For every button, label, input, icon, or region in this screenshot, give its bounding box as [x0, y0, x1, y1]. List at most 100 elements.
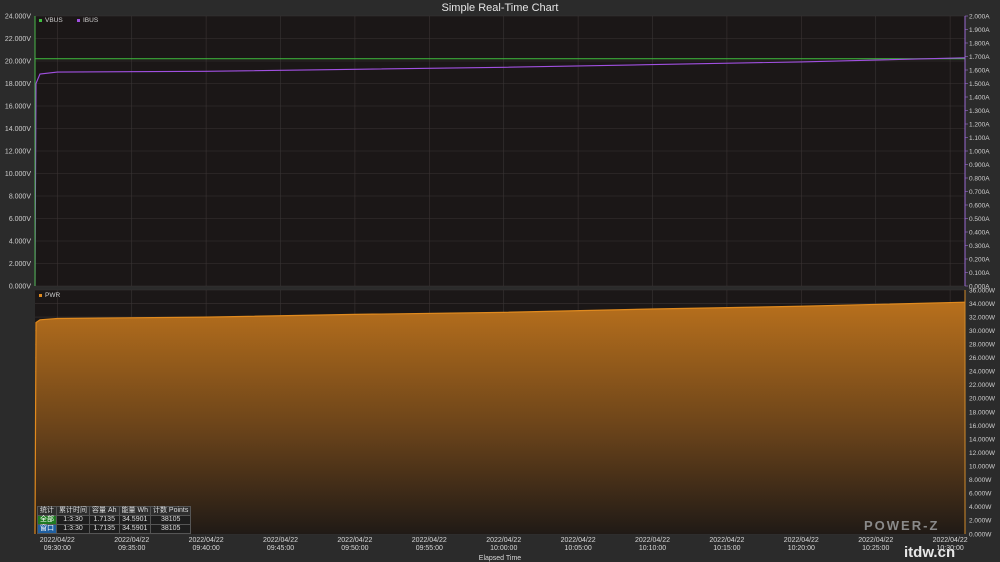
stats-row-all: 全部 1:3:30 1.7135 34.5901 38105	[37, 515, 192, 525]
stats-header-row: 统计 累计时间 容量 Ah 能量 Wh 计数 Points	[37, 506, 192, 516]
right-tick-label: 1.500A	[969, 81, 990, 88]
right-tick-label: 0.800A	[969, 175, 990, 182]
left-tick-label: 20.000V	[5, 59, 31, 66]
right-tick-label: 0.900A	[969, 162, 990, 169]
brand-logo: POWER-Z	[864, 518, 940, 533]
right-tick-label: 2.000A	[969, 13, 990, 20]
stats-row-label: 全部	[37, 515, 57, 525]
stats-time: 1:3:30	[56, 524, 90, 534]
x-tick-label: 2022/04/22 09:30:00	[40, 537, 75, 552]
stats-header: 计数 Points	[149, 506, 192, 516]
legend-swatch	[39, 294, 42, 297]
stats-points: 38105	[149, 524, 192, 534]
stats-header: 统计	[37, 506, 57, 516]
left-tick-label: 16.000V	[5, 104, 31, 111]
pwr-tick-label: 2.000W	[969, 518, 992, 525]
right-tick-label: 0.500A	[969, 216, 990, 223]
pwr-tick-label: 30.000W	[969, 328, 996, 335]
legend-label: PWR	[45, 292, 60, 299]
left-tick-label: 12.000V	[5, 149, 31, 156]
stats-points: 38105	[149, 515, 192, 525]
pwr-tick-label: 34.000W	[969, 301, 996, 308]
pwr-tick-label: 18.000W	[969, 409, 996, 416]
pwr-tick-label: 20.000W	[969, 396, 996, 403]
right-tick-label: 0.700A	[969, 189, 990, 196]
pwr-tick-label: 22.000W	[969, 382, 996, 389]
chart-canvas: Simple Real-Time Chart 0.000V 2.000V 4.000…	[5, 2, 996, 562]
x-axis-title: Elapsed Time	[479, 555, 522, 562]
x-axis: 2022/04/22 09:30:00 2022/04/22 09:35:00 2022…	[40, 537, 968, 552]
legend-label: IBUS	[83, 17, 99, 24]
left-tick-label: 22.000V	[5, 36, 31, 43]
pwr-tick-label: 28.000W	[969, 342, 996, 349]
left-tick-label: 10.000V	[5, 171, 31, 178]
right-tick-label: 1.000A	[969, 148, 990, 155]
pwr-tick-label: 16.000W	[969, 423, 996, 430]
left-tick-label: 2.000V	[9, 261, 32, 268]
pwr-tick-label: 8.000W	[969, 477, 992, 484]
x-tick-label: 2022/04/22 09:35:00	[114, 537, 149, 552]
stats-ah: 1.7135	[89, 524, 120, 534]
pwr-tick-label: 12.000W	[969, 450, 996, 457]
stats-header: 能量 Wh	[118, 506, 151, 516]
watermark: itdw.cn	[904, 544, 956, 561]
x-tick-label: 2022/04/22 10:25:00	[858, 537, 893, 552]
pwr-tick-label: 24.000W	[969, 369, 996, 376]
right-tick-label: 0.100A	[969, 270, 990, 277]
x-tick-label: 2022/04/22 10:15:00	[709, 537, 744, 552]
top-right-axis: 0.000A0.100A0.200A0.300A0.400A0.500A0.60…	[964, 13, 990, 290]
right-tick-label: 0.200A	[969, 256, 990, 263]
stats-wh: 34.5901	[118, 524, 151, 534]
x-tick-label: 2022/04/22 09:40:00	[189, 537, 224, 552]
x-tick-label: 2022/04/22 10:20:00	[784, 537, 819, 552]
pwr-tick-label: 10.000W	[969, 464, 996, 471]
right-tick-label: 1.200A	[969, 121, 990, 128]
stats-row-label: 窗口	[37, 524, 57, 534]
x-tick-label: 2022/04/22 10:05:00	[561, 537, 596, 552]
legend-swatch	[39, 19, 42, 22]
pwr-series	[34, 301, 966, 535]
right-tick-label: 0.600A	[969, 202, 990, 209]
legend-label: VBUS	[45, 17, 63, 24]
left-tick-label: 24.000V	[5, 14, 31, 21]
right-tick-label: 1.900A	[969, 27, 990, 34]
pwr-tick-label: 36.000W	[969, 287, 996, 294]
pwr-tick-label: 4.000W	[969, 504, 992, 511]
right-tick-label: 1.600A	[969, 67, 990, 74]
stats-row-window: 窗口 1:3:30 1.7135 34.5901 38105	[37, 524, 192, 534]
left-tick-label: 14.000V	[5, 126, 31, 133]
x-tick-label: 2022/04/22 10:00:00	[486, 537, 521, 552]
stats-header: 容量 Ah	[89, 506, 120, 516]
pwr-tick-label: 0.000W	[969, 531, 992, 538]
stats-table: 统计 累计时间 容量 Ah 能量 Wh 计数 Points 全部 1:3:30 …	[37, 506, 192, 534]
stats-time: 1:3:30	[56, 515, 90, 525]
x-tick-label: 2022/04/22 09:50:00	[337, 537, 372, 552]
right-tick-label: 1.400A	[969, 94, 990, 101]
pwr-area	[35, 302, 965, 534]
left-tick-label: 18.000V	[5, 81, 31, 88]
right-tick-label: 1.700A	[969, 54, 990, 61]
pwr-tick-label: 6.000W	[969, 491, 992, 498]
left-tick-label: 0.000V	[9, 284, 32, 291]
stats-wh: 34.5901	[118, 515, 151, 525]
x-tick-label: 2022/04/22 09:55:00	[412, 537, 447, 552]
pwr-tick-label: 14.000W	[969, 436, 996, 443]
right-tick-label: 1.300A	[969, 108, 990, 115]
chart-title: Simple Real-Time Chart	[442, 2, 559, 14]
left-tick-label: 4.000V	[9, 239, 32, 246]
stats-ah: 1.7135	[89, 515, 120, 525]
x-tick-label: 2022/04/22 09:45:00	[263, 537, 298, 552]
x-tick-label: 2022/04/22 10:10:00	[635, 537, 670, 552]
pwr-tick-label: 26.000W	[969, 355, 996, 362]
left-tick-label: 6.000V	[9, 216, 32, 223]
legend-swatch	[77, 19, 80, 22]
bottom-right-axis: 0.000W 2.000W 4.000W 6.000W 8.000W 10.000W 12.…	[964, 287, 996, 538]
pwr-tick-label: 32.000W	[969, 314, 996, 321]
right-tick-label: 0.400A	[969, 229, 990, 236]
stats-header: 累计时间	[56, 506, 90, 516]
left-tick-label: 8.000V	[9, 194, 32, 201]
top-left-axis: 0.000V 2.000V 4.000V 6.000V 8.000V 10.000V 12.…	[5, 14, 36, 291]
right-tick-label: 0.300A	[969, 243, 990, 250]
right-tick-label: 1.800A	[969, 40, 990, 47]
right-tick-label: 1.100A	[969, 135, 990, 142]
